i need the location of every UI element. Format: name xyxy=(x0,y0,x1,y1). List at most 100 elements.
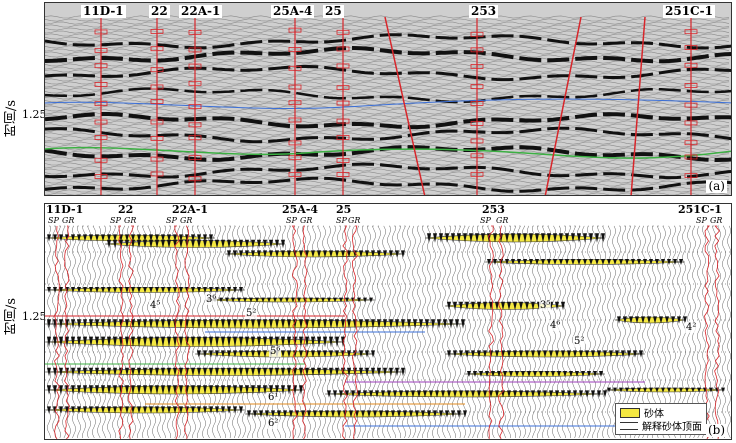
seismic-trace xyxy=(45,84,730,88)
y-tick-b: 1.25 xyxy=(22,310,47,323)
wiggle-trace xyxy=(111,225,117,439)
wiggle-trace xyxy=(131,225,137,439)
wiggle-trace xyxy=(156,225,162,439)
wiggle-trace xyxy=(451,225,457,439)
wiggle-trace xyxy=(536,225,542,439)
wiggle-trace xyxy=(136,225,142,439)
wiggle-trace xyxy=(581,225,587,439)
sand-label: 4² xyxy=(685,322,698,333)
well-label-11d-1: 11D-1 xyxy=(81,4,126,18)
wiggle-trace xyxy=(186,225,192,439)
wiggle-trace xyxy=(586,225,592,439)
wiggle-trace xyxy=(116,225,122,439)
curve-gr-tag: GR xyxy=(123,216,138,225)
wiggle-trace xyxy=(76,225,82,439)
well-label-25: 25 xyxy=(323,4,344,18)
wiggle-trace xyxy=(161,225,167,439)
curve-sp-tag: SP xyxy=(47,216,60,225)
wiggle-trace xyxy=(106,225,112,439)
wiggle-trace xyxy=(481,225,487,439)
seismic-trace xyxy=(45,141,730,145)
seismic-trace xyxy=(45,39,730,43)
curve-sp-tag: SP xyxy=(695,216,708,225)
sand-top-swatch-icon xyxy=(620,421,638,430)
wiggle-trace xyxy=(561,225,567,439)
wiggle-trace xyxy=(476,225,482,439)
well-label-b-25: 25 xyxy=(335,203,353,216)
curve-gr-tag: GR xyxy=(495,216,510,225)
seismic-trace xyxy=(45,150,730,154)
wiggle-trace xyxy=(566,225,572,438)
well-label-253: 253 xyxy=(469,4,499,18)
wiggle-trace xyxy=(441,225,447,439)
curve-gr-tag: GR xyxy=(61,216,76,225)
sand-body xyxy=(45,368,406,376)
well-log-curve xyxy=(488,225,494,439)
wiggle-trace xyxy=(466,225,472,439)
wiggle-trace xyxy=(96,225,102,439)
y-tick-a: 1.25 xyxy=(22,108,47,121)
sand-body xyxy=(604,387,726,393)
wiggle-trace xyxy=(506,225,512,439)
wiggle-trace xyxy=(606,225,612,439)
wiggle-trace xyxy=(601,225,607,439)
seismic-trace xyxy=(45,180,730,184)
wiggle-trace xyxy=(531,225,537,439)
seismic-trace xyxy=(45,111,730,115)
wiggle-trace xyxy=(541,225,547,439)
seismic-trace xyxy=(45,78,730,82)
seismic-trace xyxy=(45,108,730,112)
sand-label: 4⁵ xyxy=(149,300,162,311)
wiggle-trace xyxy=(431,225,437,439)
seismic-trace xyxy=(45,18,730,22)
wiggle-trace xyxy=(151,225,157,439)
wiggle-trace xyxy=(496,225,502,439)
sand-swatch-icon xyxy=(620,407,640,418)
seismic-trace xyxy=(45,120,730,124)
wiggle-trace xyxy=(556,225,562,439)
wiggle-trace xyxy=(141,225,147,439)
wiggle-trace xyxy=(716,225,722,439)
well-label-251c-1: 251C-1 xyxy=(663,4,715,18)
wiggle-trace xyxy=(726,225,731,439)
sand-label: 6¹ xyxy=(267,392,280,403)
wiggle-trace xyxy=(526,225,532,439)
seismic-trace xyxy=(45,66,730,70)
wiggle-trace xyxy=(196,225,202,439)
seismic-trace xyxy=(45,45,730,49)
seismic-trace xyxy=(45,168,730,172)
curve-sp-tag: SP xyxy=(109,216,122,225)
wiggle-trace xyxy=(446,225,452,439)
sand-label: 6² xyxy=(267,418,280,429)
well-label-b-22: 22 xyxy=(117,203,135,216)
well-label-25a-4: 25A-4 xyxy=(271,4,315,18)
curve-sp-tag: SP xyxy=(479,216,492,225)
well-label-b-251c-1: 251C-1 xyxy=(677,203,723,216)
wiggle-trace xyxy=(191,225,197,439)
legend: 砂体 解释砂体顶面 xyxy=(615,403,707,435)
y-axis-label-a: 时间/s xyxy=(4,100,19,138)
seismic-reflector xyxy=(45,33,731,50)
seismic-trace xyxy=(45,189,730,193)
wiggle-trace xyxy=(591,225,597,439)
curve-gr-tag: GR xyxy=(299,216,314,225)
wiggle-trace xyxy=(86,225,92,439)
wiggle-trace xyxy=(81,225,87,439)
wiggle-trace xyxy=(171,225,177,439)
seismic-trace xyxy=(45,129,730,133)
seismic-reflector xyxy=(45,46,731,64)
curve-sp-tag: SP xyxy=(335,216,348,225)
wiggle-section-panel-b: 11D-1 SP GR 22 SP GR 22A-1 SP GR 25A-4 S… xyxy=(44,203,732,440)
sand-label: 5² xyxy=(245,308,258,319)
wiggle-trace xyxy=(51,225,57,439)
wiggle-trace xyxy=(721,225,727,439)
wiggle-trace xyxy=(101,225,107,439)
wiggle-trace xyxy=(91,225,97,439)
seismic-section-a-graphic xyxy=(45,15,731,195)
wiggle-trace xyxy=(426,225,432,439)
wiggle-trace xyxy=(46,225,52,439)
panel-b-tag: (b) xyxy=(705,423,727,437)
curve-sp-tag: SP xyxy=(165,216,178,225)
curve-sp-tag: SP xyxy=(285,216,298,225)
wiggle-trace xyxy=(436,225,442,439)
